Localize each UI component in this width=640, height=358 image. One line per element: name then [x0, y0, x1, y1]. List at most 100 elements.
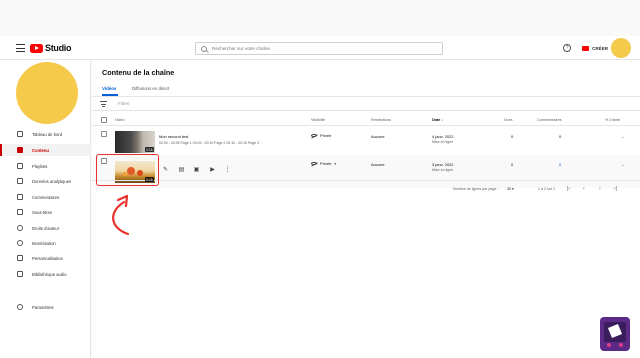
- rows-per-page-value: 30: [507, 187, 511, 191]
- sidebar-item-label: Commentaires: [32, 194, 60, 200]
- playlist-icon: [17, 163, 23, 169]
- column-header-comments: Commentaires: [537, 118, 562, 122]
- youtube-play-icon[interactable]: ▶: [209, 166, 216, 173]
- views-cell: 0: [511, 162, 514, 167]
- video-thumbnail[interactable]: 0:15: [115, 131, 155, 153]
- sidebar-item-monetization[interactable]: Monétisation: [0, 237, 91, 249]
- studio-logo[interactable]: Studio: [30, 42, 72, 54]
- analytics-icon[interactable]: ▤: [178, 166, 185, 173]
- help-icon[interactable]: ?: [563, 44, 571, 52]
- sidebar-item-label: Paramètres: [32, 304, 54, 310]
- rows-per-page-label: Nombre de lignes par page :: [453, 187, 499, 191]
- comments-cell[interactable]: 0: [559, 162, 561, 167]
- sidebar-item-analytics[interactable]: Données analytiques: [0, 175, 91, 187]
- column-header-video: Vidéo: [115, 118, 125, 122]
- tab-videos[interactable]: Vidéos: [102, 86, 116, 91]
- account-avatar[interactable]: [611, 38, 631, 58]
- divider: [92, 110, 640, 111]
- sidebar-item-dashboard[interactable]: Tableau de bord: [0, 128, 91, 140]
- first-page-icon[interactable]: |‹: [567, 186, 570, 192]
- search-input[interactable]: [212, 46, 412, 51]
- column-header-date-label: Date: [432, 118, 441, 122]
- content-icon: [17, 147, 23, 153]
- views-cell: 0: [511, 134, 514, 139]
- video-title[interactable]: Mon second test: [159, 134, 188, 139]
- sidebar-item-comments[interactable]: Commentaires: [0, 191, 91, 203]
- customization-icon: [17, 255, 23, 261]
- select-all-checkbox[interactable]: [101, 117, 107, 123]
- sidebar-item-label: Personnalisation: [32, 255, 63, 261]
- sidebar-item-label: Contenu: [32, 147, 49, 153]
- visibility-label: Privée: [320, 161, 332, 166]
- column-header-visibility: Visibilité: [311, 118, 325, 122]
- channel-avatar[interactable]: [16, 62, 78, 124]
- sidebar-item-customization[interactable]: Personnalisation: [0, 252, 91, 264]
- main-content: Contenu de la chaîne Vidéos Diffusions e…: [92, 60, 640, 358]
- column-header-date[interactable]: Date ↓: [432, 118, 443, 122]
- more-options-icon[interactable]: ⋮: [224, 166, 231, 173]
- sidebar-item-label: Sous-titres: [32, 209, 53, 215]
- next-page-icon[interactable]: ›: [599, 186, 601, 192]
- sidebar-item-playlists[interactable]: Playlists: [0, 160, 91, 172]
- visibility-cell: Privée: [311, 133, 331, 138]
- site-logo-icon: [600, 317, 630, 351]
- date-cell: 4 janv. 2022: [432, 134, 454, 139]
- sidebar-item-audio-library[interactable]: Bibliothèque audio: [0, 268, 91, 280]
- date-status: Mise en ligne: [432, 168, 454, 172]
- edit-pencil-icon[interactable]: ✎: [162, 166, 169, 173]
- sidebar-item-subtitles[interactable]: Sous-titres: [0, 206, 91, 218]
- sidebar-item-label: Droits d'auteur: [32, 225, 60, 231]
- search-box[interactable]: [195, 42, 443, 55]
- eye-off-icon: [311, 161, 317, 166]
- likes-cell: –: [622, 134, 625, 139]
- analytics-icon: [17, 178, 23, 184]
- annotation-arrow-icon: [112, 194, 130, 236]
- gear-icon: [17, 304, 23, 310]
- sidebar-item-content[interactable]: Contenu: [0, 144, 91, 156]
- restrictions-cell: Aucune: [371, 134, 385, 139]
- create-label: CRÉER: [592, 45, 609, 51]
- hamburger-menu-icon[interactable]: [16, 44, 25, 52]
- visibility-label: Privée: [320, 133, 332, 138]
- divider: [92, 125, 640, 126]
- subtitles-icon: [17, 209, 23, 215]
- search-icon: [201, 45, 207, 52]
- divider: [92, 96, 640, 97]
- audio-library-icon: [17, 271, 23, 277]
- table-row-hover: [92, 155, 640, 188]
- rows-per-page-select[interactable]: 30 ▾: [507, 187, 514, 191]
- studio-app: Studio ? CRÉER Tableau de bord Contenu P…: [0, 0, 640, 358]
- column-header-views: Vues: [504, 118, 513, 122]
- sort-arrow-icon: ↓: [441, 118, 444, 122]
- filter-input[interactable]: Filtrer: [118, 101, 130, 106]
- sidebar-item-label: Tableau de bord: [32, 131, 63, 137]
- create-button[interactable]: CRÉER: [579, 43, 611, 53]
- sidebar-item-settings[interactable]: Paramètres: [0, 301, 91, 313]
- sidebar: Tableau de bord Contenu Playlists Donnée…: [0, 60, 91, 358]
- logo-text: Studio: [45, 43, 72, 53]
- copyright-icon: [17, 225, 23, 231]
- chevron-down-icon[interactable]: ▾: [334, 161, 336, 166]
- comments-icon[interactable]: ▣: [193, 166, 200, 173]
- sidebar-item-copyright[interactable]: Droits d'auteur: [0, 222, 91, 234]
- last-page-icon[interactable]: ›|: [614, 186, 617, 192]
- likes-cell: –: [622, 162, 625, 167]
- video-description: 00:00 - 00:05 Page 1 00:05 - 00:10 Page …: [159, 141, 260, 145]
- page-title: Contenu de la chaîne: [102, 68, 175, 77]
- column-header-likes: % J'aime: [605, 118, 621, 122]
- restrictions-cell: Aucune: [371, 162, 385, 167]
- filter-icon[interactable]: [100, 101, 107, 107]
- monetization-icon: [17, 240, 23, 246]
- comments-cell: 0: [559, 134, 562, 139]
- youtube-play-icon: [30, 43, 43, 53]
- tab-live[interactable]: Diffusions en direct: [132, 86, 169, 91]
- date-status: Mise en ligne: [432, 140, 454, 144]
- dashboard-icon: [17, 131, 23, 137]
- sidebar-item-label: Données analytiques: [32, 178, 72, 184]
- sidebar-item-label: Playlists: [32, 163, 48, 169]
- visibility-cell[interactable]: Privée ▾: [311, 161, 336, 166]
- video-camera-icon: [582, 45, 589, 51]
- column-header-restrictions: Restrictions: [371, 118, 391, 122]
- prev-page-icon[interactable]: ‹: [583, 186, 585, 192]
- row-checkbox[interactable]: [101, 131, 107, 137]
